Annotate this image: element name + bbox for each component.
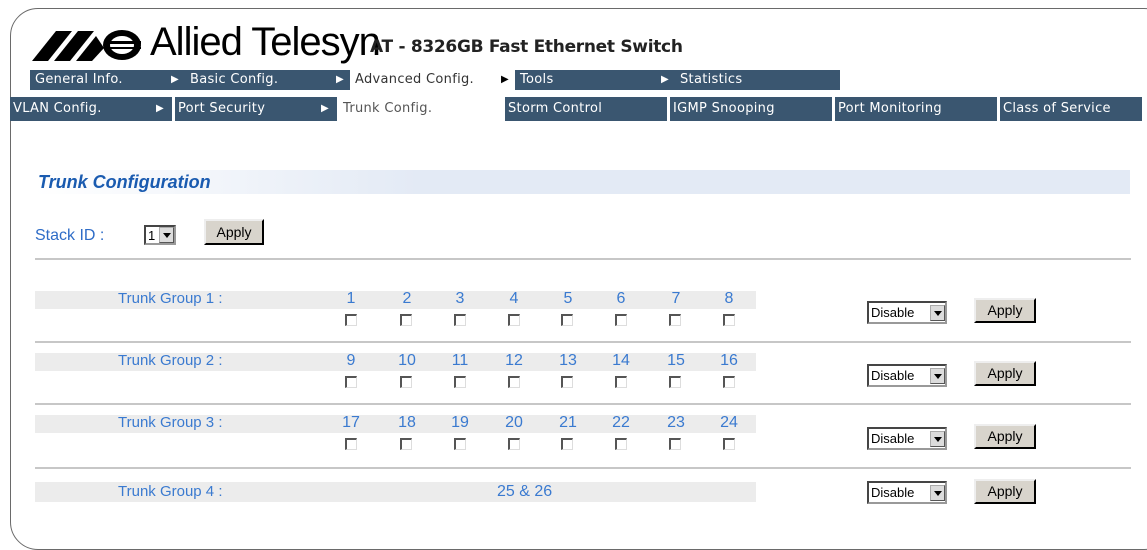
arrow-right-icon: ▶ — [336, 74, 344, 85]
nav-general-info[interactable]: General Info. ▶ — [30, 70, 185, 90]
port-number: 4 — [509, 290, 519, 307]
sub-nav: VLAN Config. ▶ Port Security ▶ Trunk Confi… — [10, 97, 1142, 121]
port-number: 24 — [720, 414, 738, 431]
arrow-right-icon: ▶ — [661, 74, 669, 85]
port-number: 15 — [667, 352, 685, 369]
port-number: 23 — [667, 414, 685, 431]
allied-telesyn-logo-icon — [32, 30, 141, 61]
arrow-right-icon: ▶ — [501, 74, 509, 85]
trunk-group-4-mode-select[interactable]: Disable — [867, 481, 947, 504]
port-24-checkbox[interactable] — [723, 438, 735, 450]
trunk-group-2-label: Trunk Group 2 : — [118, 352, 223, 369]
port-number: 5 — [563, 290, 573, 307]
arrow-right-icon: ▶ — [156, 103, 164, 114]
port-12-checkbox[interactable] — [508, 376, 520, 388]
port-10-checkbox[interactable] — [400, 376, 412, 388]
port-number: 20 — [505, 414, 523, 431]
trunk-group-4-apply-button[interactable]: Apply — [974, 479, 1036, 504]
port-number: 14 — [612, 352, 630, 369]
port-4-checkbox[interactable] — [508, 314, 520, 326]
port-number: 8 — [724, 290, 734, 307]
port-number: 1 — [346, 290, 356, 307]
port-number: 3 — [455, 290, 465, 307]
nav-statistics[interactable]: Statistics — [675, 70, 840, 90]
arrow-right-icon: ▶ — [171, 74, 179, 85]
port-number: 6 — [616, 290, 626, 307]
trunk-group-2-mode-select[interactable]: Disable — [867, 364, 947, 387]
port-14-checkbox[interactable] — [615, 376, 627, 388]
divider — [35, 341, 1131, 343]
tab-vlan-config[interactable]: VLAN Config. ▶ — [10, 97, 175, 121]
port-9-checkbox[interactable] — [345, 376, 357, 388]
port-number: 9 — [346, 352, 356, 369]
chevron-down-icon[interactable] — [930, 304, 945, 321]
trunk-group-1-mode-select[interactable]: Disable — [867, 301, 947, 324]
chevron-down-icon[interactable] — [930, 430, 945, 447]
model-name: AT - 8326GB Fast Ethernet Switch — [370, 37, 683, 57]
divider — [35, 467, 1131, 469]
port-18-checkbox[interactable] — [400, 438, 412, 450]
port-19-checkbox[interactable] — [454, 438, 466, 450]
port-23-checkbox[interactable] — [669, 438, 681, 450]
port-7-checkbox[interactable] — [669, 314, 681, 326]
chevron-down-icon[interactable] — [930, 484, 945, 501]
tab-igmp-snooping[interactable]: IGMP Snooping — [670, 97, 835, 121]
arrow-right-icon: ▶ — [321, 103, 329, 114]
divider — [35, 258, 1131, 260]
chevron-down-icon[interactable] — [930, 367, 945, 384]
trunk-group-3-label: Trunk Group 3 : — [118, 414, 223, 431]
port-8-checkbox[interactable] — [723, 314, 735, 326]
tab-port-monitoring[interactable]: Port Monitoring — [835, 97, 1000, 121]
port-number: 19 — [451, 414, 469, 431]
port-number: 11 — [451, 352, 469, 369]
brand-logo-text: Allied Telesyn — [150, 20, 381, 64]
trunk-group-3-apply-button[interactable]: Apply — [974, 424, 1036, 449]
port-1-checkbox[interactable] — [345, 314, 357, 326]
tab-class-of-service[interactable]: Class of Service — [1000, 97, 1142, 121]
port-number: 21 — [559, 414, 577, 431]
port-15-checkbox[interactable] — [669, 376, 681, 388]
port-13-checkbox[interactable] — [561, 376, 573, 388]
port-11-checkbox[interactable] — [454, 376, 466, 388]
nav-basic-config[interactable]: Basic Config. ▶ — [185, 70, 350, 90]
port-20-checkbox[interactable] — [508, 438, 520, 450]
stack-id-label: Stack ID : — [35, 227, 105, 244]
port-6-checkbox[interactable] — [615, 314, 627, 326]
brand-logo: Allied Telesyn — [32, 20, 381, 64]
port-3-checkbox[interactable] — [454, 314, 466, 326]
port-21-checkbox[interactable] — [561, 438, 573, 450]
stack-apply-button[interactable]: Apply — [204, 219, 264, 245]
divider — [35, 403, 1131, 405]
port-22-checkbox[interactable] — [615, 438, 627, 450]
port-16-checkbox[interactable] — [723, 376, 735, 388]
stack-id-select[interactable]: 1 — [144, 225, 176, 245]
port-number: 10 — [398, 352, 416, 369]
port-number: 16 — [720, 352, 738, 369]
trunk-group-4-ports: 25 & 26 — [497, 483, 553, 500]
port-number: 12 — [505, 352, 523, 369]
port-number: 2 — [402, 290, 412, 307]
port-17-checkbox[interactable] — [345, 438, 357, 450]
tab-trunk-config[interactable]: Trunk Config. — [340, 97, 505, 121]
trunk-group-1-label: Trunk Group 1 : — [118, 290, 223, 307]
page-title: Trunk Configuration — [34, 170, 1130, 194]
trunk-group-2-apply-button[interactable]: Apply — [974, 361, 1036, 386]
port-number: 13 — [559, 352, 577, 369]
trunk-group-4-label: Trunk Group 4 : — [118, 483, 223, 500]
stack-id-value: 1 — [148, 227, 156, 243]
trunk-group-1-apply-button[interactable]: Apply — [974, 298, 1036, 323]
tab-storm-control[interactable]: Storm Control — [505, 97, 670, 121]
port-number: 17 — [342, 414, 360, 431]
chevron-down-icon[interactable] — [159, 227, 174, 243]
port-5-checkbox[interactable] — [561, 314, 573, 326]
port-number: 18 — [398, 414, 416, 431]
port-number: 22 — [612, 414, 630, 431]
trunk-group-3-mode-select[interactable]: Disable — [867, 427, 947, 450]
nav-tools[interactable]: Tools ▶ — [515, 70, 675, 90]
port-number: 7 — [671, 290, 681, 307]
main-nav: General Info. ▶ Basic Config. ▶ Advanced C… — [30, 70, 840, 90]
tab-port-security[interactable]: Port Security ▶ — [175, 97, 340, 121]
nav-advanced-config[interactable]: Advanced Config. ▶ — [350, 70, 515, 90]
port-2-checkbox[interactable] — [400, 314, 412, 326]
